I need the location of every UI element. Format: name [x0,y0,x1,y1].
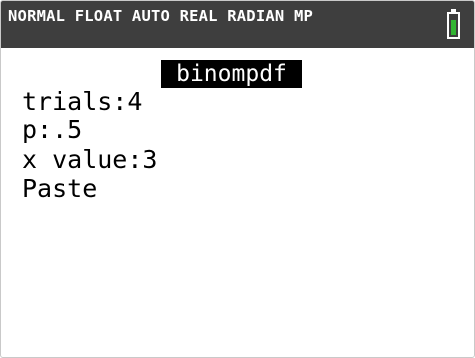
x-value-value[interactable]: 3 [142,145,157,174]
trials-field[interactable]: trials:4 [22,87,142,117]
paste-button[interactable]: Paste [22,174,97,204]
trials-label: trials: [22,87,128,116]
menu-title: binompdf [161,60,302,88]
status-bar: NORMAL FLOAT AUTO REAL RADIAN MP [1,1,474,48]
probability-field[interactable]: p:.5 [22,115,82,145]
battery-icon [447,12,460,39]
probability-value[interactable]: .5 [52,115,82,144]
mode-status-text: NORMAL FLOAT AUTO REAL RADIAN MP [8,7,314,25]
trials-value[interactable]: 4 [127,87,142,116]
battery-level-fill [451,20,456,35]
x-value-field[interactable]: x value:3 [22,145,157,175]
probability-label: p: [22,115,53,144]
x-value-label: x value: [22,145,143,174]
calculator-screen: NORMAL FLOAT AUTO REAL RADIAN MP binompd… [0,0,475,358]
